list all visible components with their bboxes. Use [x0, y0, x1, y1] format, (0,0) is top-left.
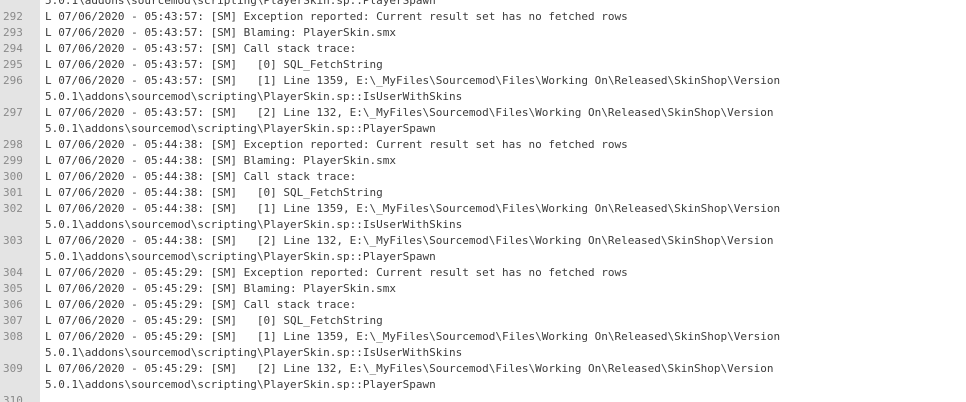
line-text: L 07/06/2020 - 05:44:38: [SM] Call stack…: [40, 169, 356, 185]
log-editor[interactable]: 5.0.1\addons\sourcemod\scripting\PlayerS…: [0, 0, 966, 402]
line-text-segment: L 07/06/2020 - 05:43:57: [SM] Call stack…: [45, 42, 357, 55]
log-line[interactable]: 296 L 07/06/2020 - 05:43:57: [SM] [1] Lin…: [0, 73, 966, 105]
line-text-segment: L 07/06/2020 - 05:44:38: [SM] Call stack…: [45, 170, 357, 183]
line-number: 306: [3, 298, 23, 311]
line-text-segment: L 07/06/2020 - 05:43:57: [SM] Exception …: [45, 10, 628, 23]
line-text: L 07/06/2020 - 05:44:38: [SM] [2] Line 1…: [40, 233, 773, 265]
line-text: L 07/06/2020 - 05:43:57: [SM] Blaming: P…: [40, 25, 396, 41]
line-number: 310: [3, 394, 23, 402]
log-line[interactable]: 309 L 07/06/2020 - 05:45:29: [SM] [2] Lin…: [0, 361, 966, 393]
line-text-segment: L 07/06/2020 - 05:44:38: [SM] [1] Line 1…: [45, 202, 781, 215]
line-text-segment: 5.0.1\addons\sourcemod\scripting\PlayerS…: [45, 122, 436, 135]
line-text-segment: L 07/06/2020 - 05:45:29: [SM] Blaming: P…: [45, 282, 396, 295]
log-line[interactable]: 294 L 07/06/2020 - 05:43:57: [SM] Call st…: [0, 41, 966, 57]
line-text: L 07/06/2020 - 05:44:38: [SM] Blaming: P…: [40, 153, 396, 169]
line-text-segment: L 07/06/2020 - 05:45:29: [SM] Call stack…: [45, 298, 357, 311]
line-number: 299: [3, 154, 23, 167]
line-text: L 07/06/2020 - 05:43:57: [SM] Exception …: [40, 9, 628, 25]
line-text-segment: 5.0.1\addons\sourcemod\scripting\PlayerS…: [45, 346, 463, 359]
log-line[interactable]: 302 L 07/06/2020 - 05:44:38: [SM] [1] Lin…: [0, 201, 966, 233]
line-number: 301: [3, 186, 23, 199]
line-text-segment: 5.0.1\addons\sourcemod\scripting\PlayerS…: [45, 90, 463, 103]
line-text-segment: L 07/06/2020 - 05:44:38: [SM] Exception …: [45, 138, 628, 151]
line-text: L 07/06/2020 - 05:43:57: [SM] [2] Line 1…: [40, 105, 773, 137]
line-text-segment: 5.0.1\addons\sourcemod\scripting\PlayerS…: [45, 218, 463, 231]
line-text-segment: L 07/06/2020 - 05:45:29: [SM] Exception …: [45, 266, 628, 279]
line-number: 302: [3, 202, 23, 215]
line-number: 305: [3, 282, 23, 295]
line-text: L 07/06/2020 - 05:44:38: [SM] [1] Line 1…: [40, 201, 780, 233]
line-text: L 07/06/2020 - 05:45:29: [SM] Call stack…: [40, 297, 356, 313]
line-number: 304: [3, 266, 23, 279]
log-line[interactable]: 303 L 07/06/2020 - 05:44:38: [SM] [2] Lin…: [0, 233, 966, 265]
log-line[interactable]: 304 L 07/06/2020 - 05:45:29: [SM] Excepti…: [0, 265, 966, 281]
line-text: L 07/06/2020 - 05:44:38: [SM] Exception …: [40, 137, 628, 153]
line-number: 294: [3, 42, 23, 55]
line-text: L 07/06/2020 - 05:43:57: [SM] Call stack…: [40, 41, 356, 57]
line-text-segment: L 07/06/2020 - 05:43:57: [SM] [0] SQL_Fe…: [45, 58, 383, 71]
line-text: L 07/06/2020 - 05:45:29: [SM] [0] SQL_Fe…: [40, 313, 383, 329]
line-text: L 07/06/2020 - 05:45:29: [SM] Blaming: P…: [40, 281, 396, 297]
line-text: L 07/06/2020 - 05:45:29: [SM] Exception …: [40, 265, 628, 281]
line-text: L 07/06/2020 - 05:44:38: [SM] [0] SQL_Fe…: [40, 185, 383, 201]
log-line[interactable]: 5.0.1\addons\sourcemod\scripting\PlayerS…: [0, 0, 966, 9]
log-line[interactable]: 306 L 07/06/2020 - 05:45:29: [SM] Call st…: [0, 297, 966, 313]
log-line[interactable]: 292 L 07/06/2020 - 05:43:57: [SM] Excepti…: [0, 9, 966, 25]
log-line[interactable]: 310: [0, 393, 966, 402]
log-line[interactable]: 297 L 07/06/2020 - 05:43:57: [SM] [2] Lin…: [0, 105, 966, 137]
log-line[interactable]: 307 L 07/06/2020 - 05:45:29: [SM] [0] SQL…: [0, 313, 966, 329]
line-number: 309: [3, 362, 23, 375]
line-text-segment: L 07/06/2020 - 05:43:57: [SM] Blaming: P…: [45, 26, 396, 39]
line-text-segment: L 07/06/2020 - 05:44:38: [SM] Blaming: P…: [45, 154, 396, 167]
line-text-segment: L 07/06/2020 - 05:44:38: [SM] [2] Line 1…: [45, 234, 774, 247]
line-text-segment: L 07/06/2020 - 05:44:38: [SM] [0] SQL_Fe…: [45, 186, 383, 199]
line-text-segment: L 07/06/2020 - 05:43:57: [SM] [1] Line 1…: [45, 74, 781, 87]
line-text: 5.0.1\addons\sourcemod\scripting\PlayerS…: [40, 0, 436, 9]
line-number: 293: [3, 26, 23, 39]
line-number: 303: [3, 234, 23, 247]
line-number: 296: [3, 74, 23, 87]
line-text-segment: L 07/06/2020 - 05:45:29: [SM] [1] Line 1…: [45, 330, 781, 343]
line-number: 307: [3, 314, 23, 327]
line-number: 295: [3, 58, 23, 71]
line-text-segment: 5.0.1\addons\sourcemod\scripting\PlayerS…: [45, 250, 436, 263]
log-line[interactable]: 298 L 07/06/2020 - 05:44:38: [SM] Excepti…: [0, 137, 966, 153]
log-line[interactable]: 300 L 07/06/2020 - 05:44:38: [SM] Call st…: [0, 169, 966, 185]
log-line[interactable]: 295 L 07/06/2020 - 05:43:57: [SM] [0] SQL…: [0, 57, 966, 73]
line-text-segment: L 07/06/2020 - 05:45:29: [SM] [0] SQL_Fe…: [45, 314, 383, 327]
log-lines: 5.0.1\addons\sourcemod\scripting\PlayerS…: [0, 0, 966, 402]
line-text: L 07/06/2020 - 05:43:57: [SM] [0] SQL_Fe…: [40, 57, 383, 73]
log-line[interactable]: 293 L 07/06/2020 - 05:43:57: [SM] Blaming…: [0, 25, 966, 41]
line-text-segment: 5.0.1\addons\sourcemod\scripting\PlayerS…: [45, 0, 436, 7]
line-number: 300: [3, 170, 23, 183]
line-number: 298: [3, 138, 23, 151]
line-text: L 07/06/2020 - 05:43:57: [SM] [1] Line 1…: [40, 73, 780, 105]
log-line[interactable]: 299 L 07/06/2020 - 05:44:38: [SM] Blaming…: [0, 153, 966, 169]
line-text-segment: 5.0.1\addons\sourcemod\scripting\PlayerS…: [45, 378, 436, 391]
line-text-segment: L 07/06/2020 - 05:43:57: [SM] [2] Line 1…: [45, 106, 774, 119]
log-line[interactable]: 301 L 07/06/2020 - 05:44:38: [SM] [0] SQL…: [0, 185, 966, 201]
line-text-segment: L 07/06/2020 - 05:45:29: [SM] [2] Line 1…: [45, 362, 774, 375]
log-line[interactable]: 305 L 07/06/2020 - 05:45:29: [SM] Blaming…: [0, 281, 966, 297]
log-line[interactable]: 308 L 07/06/2020 - 05:45:29: [SM] [1] Lin…: [0, 329, 966, 361]
line-number: 297: [3, 106, 23, 119]
line-number: 308: [3, 330, 23, 343]
line-number: 292: [3, 10, 23, 23]
line-text: L 07/06/2020 - 05:45:29: [SM] [2] Line 1…: [40, 361, 773, 393]
line-text: L 07/06/2020 - 05:45:29: [SM] [1] Line 1…: [40, 329, 780, 361]
